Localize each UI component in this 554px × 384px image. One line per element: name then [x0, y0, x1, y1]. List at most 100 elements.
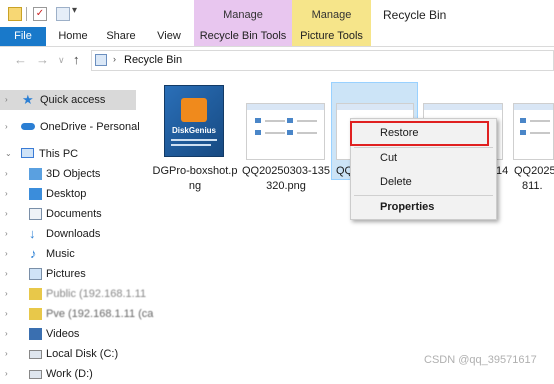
- sidebar-item-label: Desktop: [46, 188, 87, 200]
- sidebar-item-label: Documents: [46, 208, 102, 220]
- chevron-right-icon[interactable]: ›: [5, 189, 8, 198]
- sidebar-item-public-drive[interactable]: › Public (192.168.1.11: [0, 284, 146, 304]
- menu-item-cut[interactable]: Cut: [351, 148, 496, 170]
- tab-share[interactable]: Share: [101, 27, 141, 46]
- download-icon: ↓: [29, 226, 36, 241]
- file-thumbnail-qq-135320[interactable]: [246, 103, 325, 160]
- sidebar-item-this-pc[interactable]: ⌄ This PC: [0, 144, 136, 164]
- sidebar-item-label: Quick access: [40, 94, 106, 106]
- file-thumbnail-qq-811[interactable]: [513, 103, 554, 160]
- tab-recycle-bin-tools[interactable]: Recycle Bin Tools: [194, 27, 292, 46]
- file-name-line: DGPro-boxshot.p: [152, 165, 238, 177]
- chevron-right-icon[interactable]: ›: [5, 169, 8, 178]
- manage-label-1: Manage: [223, 9, 263, 21]
- chevron-right-icon[interactable]: ›: [5, 95, 8, 104]
- forward-arrow-icon[interactable]: →: [36, 52, 49, 67]
- back-arrow-icon[interactable]: ←: [14, 52, 27, 67]
- sidebar-item-label: 3D Objects: [46, 168, 101, 180]
- music-icon: ♪: [30, 246, 37, 261]
- thumb-titlebar: [424, 104, 502, 110]
- sidebar-item-label: This PC: [39, 148, 79, 160]
- file-name-line: 14: [496, 165, 509, 177]
- sidebar-item-work-d[interactable]: › Work (D:): [0, 364, 136, 384]
- disk-icon: [29, 350, 42, 359]
- thumb-titlebar: [337, 104, 413, 110]
- chevron-right-icon[interactable]: ›: [5, 329, 8, 338]
- menu-item-delete[interactable]: Delete: [351, 172, 496, 194]
- tab-view[interactable]: View: [150, 27, 188, 46]
- file-name-dgpro[interactable]: DGPro-boxshot.p ng: [150, 164, 240, 194]
- thumb-line: [297, 120, 317, 122]
- sidebar-item-pve-drive[interactable]: › Pve (192.168.1.11 (ca: [0, 304, 153, 324]
- sidebar-item-label: Pictures: [46, 268, 86, 280]
- file-thumbnail-dgpro[interactable]: DiskGenius: [156, 85, 234, 160]
- sidebar-item-documents[interactable]: › Documents: [0, 204, 136, 224]
- thumb-line: [530, 120, 550, 122]
- star-icon: ★: [22, 92, 34, 107]
- sidebar-item-label: Music: [46, 248, 75, 260]
- customize-toolbar-icon[interactable]: ▾: [72, 5, 77, 16]
- thumb-line: [530, 132, 550, 134]
- sidebar-item-label: Videos: [46, 328, 80, 340]
- folder-icon[interactable]: [8, 7, 22, 21]
- menu-item-properties[interactable]: Properties: [351, 197, 496, 219]
- sidebar-item-label: Work (D:): [46, 368, 93, 380]
- chevron-right-icon[interactable]: ›: [5, 369, 8, 378]
- properties-check-icon[interactable]: ✓: [33, 7, 47, 21]
- thumb-line: [297, 132, 317, 134]
- thumb-icon: [520, 130, 526, 135]
- new-folder-icon[interactable]: [56, 7, 70, 21]
- file-name-qq-811[interactable]: QQ20250 811.: [514, 164, 554, 194]
- file-name-line: 811.: [522, 180, 543, 192]
- sidebar-item-desktop[interactable]: › Desktop: [0, 184, 136, 204]
- chevron-right-icon[interactable]: ›: [5, 309, 8, 318]
- box-text-line: [171, 144, 211, 146]
- recent-locations-chevron-icon[interactable]: ∨: [58, 55, 65, 66]
- document-icon: [29, 208, 42, 220]
- address-path[interactable]: Recycle Bin: [124, 54, 182, 66]
- chevron-right-icon[interactable]: ›: [5, 122, 8, 131]
- thumb-icon: [287, 118, 293, 123]
- divider: [26, 7, 27, 21]
- thumb-line: [265, 120, 285, 122]
- tab-picture-tools[interactable]: Picture Tools: [292, 27, 371, 46]
- sidebar-item-3d-objects[interactable]: › 3D Objects: [0, 164, 136, 184]
- chevron-right-icon[interactable]: ›: [5, 289, 8, 298]
- recycle-bin-icon: [95, 54, 107, 66]
- sidebar-item-downloads[interactable]: › ↓ Downloads: [0, 224, 136, 244]
- chevron-right-icon[interactable]: ›: [5, 249, 8, 258]
- file-name-qq-4[interactable]: 14: [496, 164, 512, 179]
- sidebar-item-label: Downloads: [46, 228, 101, 240]
- network-drive-icon: [29, 288, 42, 300]
- file-name-line: 320.png: [266, 180, 306, 192]
- sidebar-item-pictures[interactable]: › Pictures: [0, 264, 136, 284]
- chevron-right-icon[interactable]: ›: [5, 269, 8, 278]
- thumb-icon: [287, 130, 293, 135]
- chevron-right-icon[interactable]: ›: [113, 54, 116, 64]
- chevron-down-icon[interactable]: ⌄: [5, 149, 12, 158]
- thumb-icon: [255, 118, 261, 123]
- sidebar-item-label: OneDrive - Personal: [40, 121, 140, 133]
- sidebar-item-videos[interactable]: › Videos: [0, 324, 136, 344]
- thumb-line: [265, 132, 285, 134]
- cloud-icon: [21, 123, 35, 130]
- sidebar-item-label: Pve (192.168.1.11 (ca: [46, 308, 154, 320]
- tab-file[interactable]: File: [0, 27, 46, 46]
- sidebar-item-quick-access[interactable]: › ★ Quick access: [0, 90, 136, 110]
- sidebar-item-onedrive[interactable]: › OneDrive - Personal: [0, 117, 140, 137]
- menu-item-label: Properties: [380, 201, 435, 213]
- thumb-titlebar: [514, 104, 553, 110]
- watermark: CSDN @qq_39571617: [424, 354, 537, 366]
- menu-separator: [354, 195, 493, 196]
- sidebar-item-local-disk-c[interactable]: › Local Disk (C:): [0, 344, 136, 364]
- chevron-right-icon[interactable]: ›: [5, 209, 8, 218]
- sidebar-item-label: Public (192.168.1.11: [46, 288, 147, 300]
- sidebar-item-music[interactable]: › ♪ Music: [0, 244, 136, 264]
- chevron-right-icon[interactable]: ›: [5, 349, 8, 358]
- file-name-qq-135320[interactable]: QQ20250303-135 320.png: [240, 164, 332, 194]
- box-text-line: [171, 139, 217, 141]
- up-arrow-icon[interactable]: ↑: [73, 52, 80, 67]
- tab-home[interactable]: Home: [51, 27, 95, 46]
- file-name-line: QQ20250303-135: [241, 165, 331, 177]
- chevron-right-icon[interactable]: ›: [5, 229, 8, 238]
